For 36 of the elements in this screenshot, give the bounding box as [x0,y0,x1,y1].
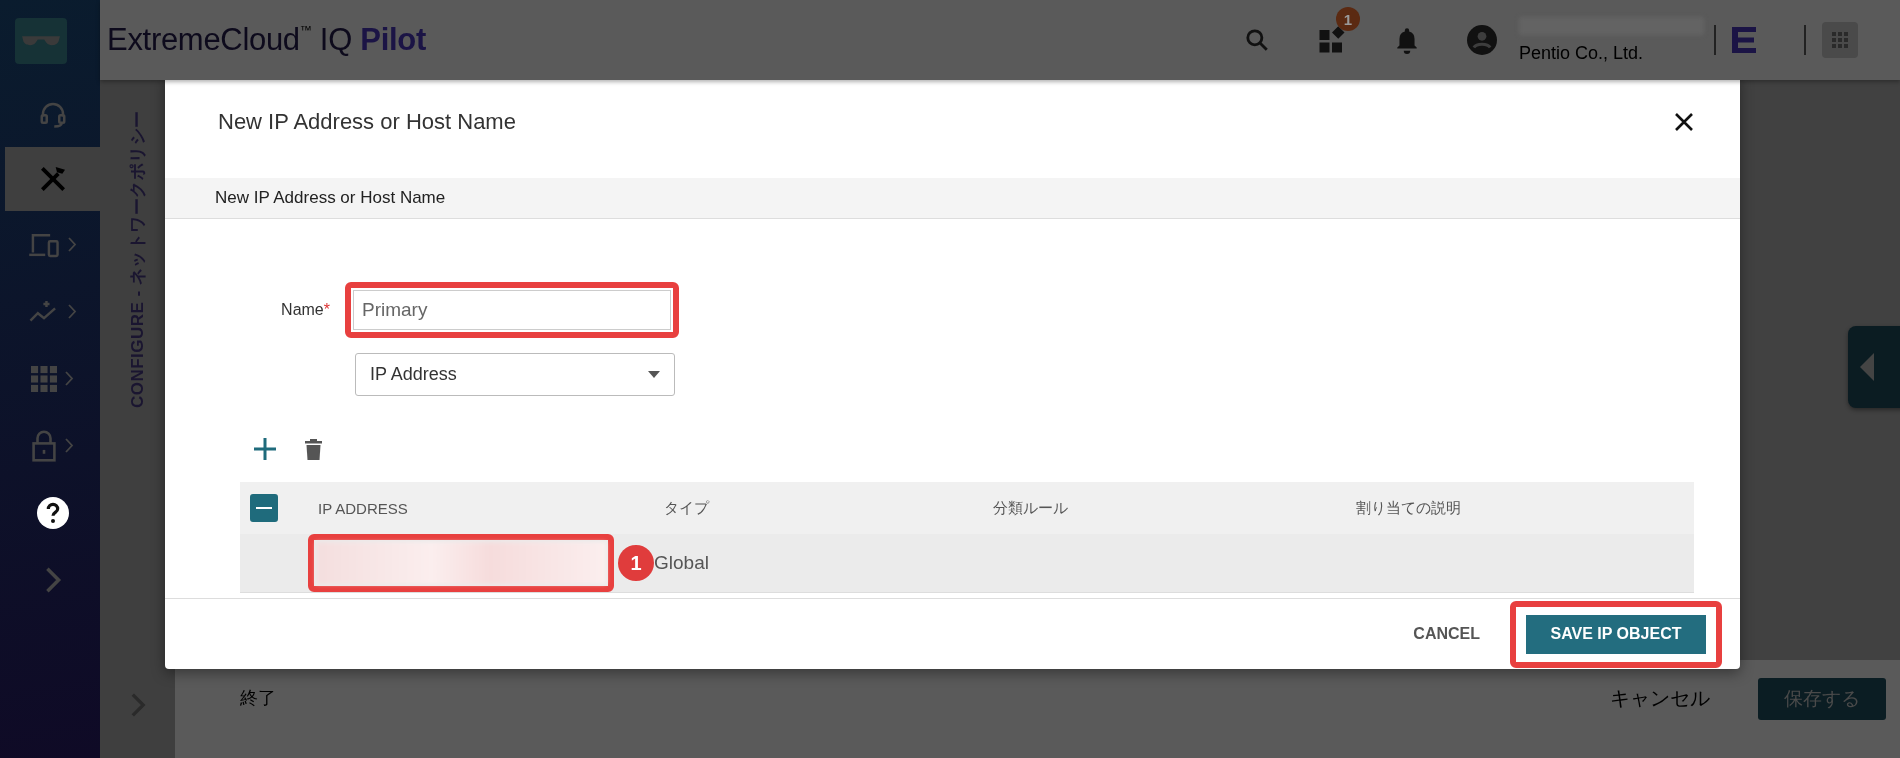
save-button[interactable]: SAVE IP OBJECT [1526,614,1706,654]
help-icon [36,496,69,529]
caret-left-icon [1860,353,1874,381]
brand-logo: ExtremeCloud$^{™}$ IQ Pilot [107,22,426,58]
chevron-right-icon [68,304,77,319]
close-icon[interactable] [1674,111,1694,132]
table-cell: Global [654,552,709,573]
chevron-right-icon [65,438,74,453]
user-icon[interactable] [1466,25,1497,55]
step-number-badge: 1 [618,545,654,581]
address-type-dropdown[interactable]: IP Address [355,353,675,396]
search-icon[interactable] [1243,27,1270,53]
organization-name: Pentio Co., Ltd. [1519,42,1645,64]
lock-icon [31,429,57,462]
table-row[interactable]: 1 Global [240,534,1694,593]
caret-down-icon [648,371,660,378]
column-header[interactable]: 分類ルール [993,498,1068,516]
app-launcher-button[interactable] [1822,22,1858,58]
add-icon[interactable] [253,437,277,461]
grid-icon [31,365,57,392]
section-header: New IP Address or Host Name [165,178,1740,219]
chevron-right-icon [65,371,74,386]
delete-icon[interactable] [305,438,322,460]
cancel-button[interactable]: CANCEL [1403,617,1490,651]
column-header[interactable]: 割り当ての説明 [1356,498,1461,516]
column-header[interactable]: IP ADDRESS [318,499,408,517]
notification-badge: 1 [1336,7,1360,31]
select-all-checkbox[interactable] [250,494,278,522]
name-field[interactable]: Primary [353,290,671,330]
grid-icon [1832,32,1848,48]
name-label: Name* [280,301,330,319]
dialog-title: New IP Address or Host Name [218,108,516,135]
drawer-tab[interactable] [1848,326,1900,408]
chevron-right-icon [68,237,77,252]
column-header[interactable]: タイプ [664,498,709,516]
app-logo [15,18,67,64]
